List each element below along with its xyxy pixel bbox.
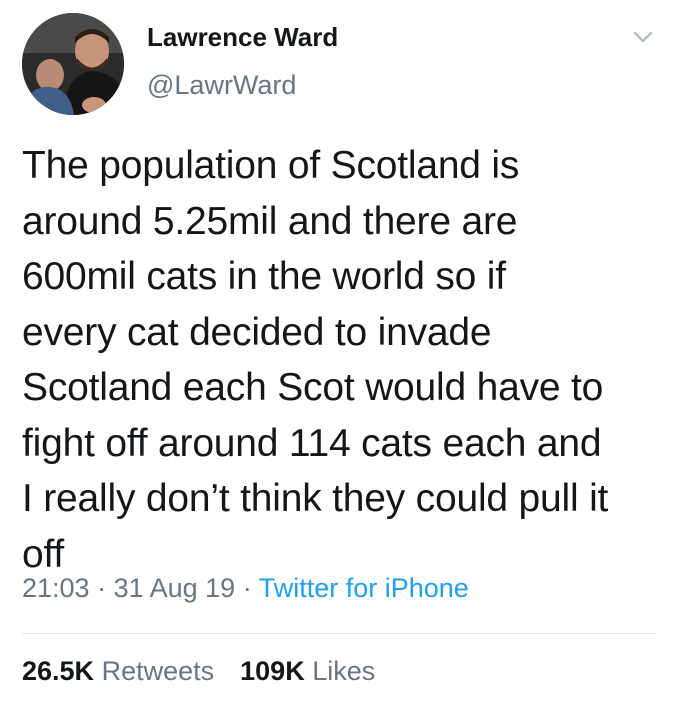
retweets-stat[interactable]: 26.5K Retweets	[22, 656, 214, 686]
avatar-photo	[22, 13, 124, 115]
tweet-meta: 21:03 · 31 Aug 19 · Twitter for iPhone	[22, 573, 469, 604]
tweet-text-line: every cat decided to invade	[22, 310, 492, 354]
meta-separator: ·	[235, 573, 259, 603]
likes-label: Likes	[312, 656, 376, 686]
tweet-text-line: Scotland each Scot would have to	[22, 366, 604, 409]
avatar[interactable]	[22, 13, 124, 115]
meta-separator: ·	[89, 573, 114, 603]
likes-count: 109K	[240, 656, 305, 686]
tweet-time[interactable]: 21:03	[22, 573, 90, 603]
retweets-count: 26.5K	[22, 656, 95, 686]
tweet-text-line: I really don’t think they could pull it	[22, 477, 609, 520]
tweet-text-line: around 5.25mil and there are	[22, 199, 518, 243]
tweet-text-line: 600mil cats in the world so if	[22, 255, 506, 298]
retweets-label: Retweets	[101, 656, 215, 686]
tweet-text-line: fight off around 114 cats each and	[22, 421, 602, 465]
tweet-text-line: The population of Scotland is	[22, 144, 520, 187]
likes-stat[interactable]: 109K Likes	[240, 656, 375, 686]
tweet-date[interactable]: 31 Aug 19	[114, 573, 236, 603]
tweet-stats: 26.5K Retweets 109K Likes	[22, 656, 375, 687]
divider	[22, 633, 656, 634]
chevron-down-icon[interactable]	[633, 30, 653, 44]
tweet-card: Lawrence Ward @LawrWard The population o…	[0, 0, 678, 713]
tweet-source-link[interactable]: Twitter for iPhone	[259, 573, 469, 603]
author-handle[interactable]: @LawrWard	[147, 70, 296, 101]
tweet-text: The population of Scotland is around 5.2…	[22, 138, 662, 582]
author-name[interactable]: Lawrence Ward	[147, 22, 338, 53]
